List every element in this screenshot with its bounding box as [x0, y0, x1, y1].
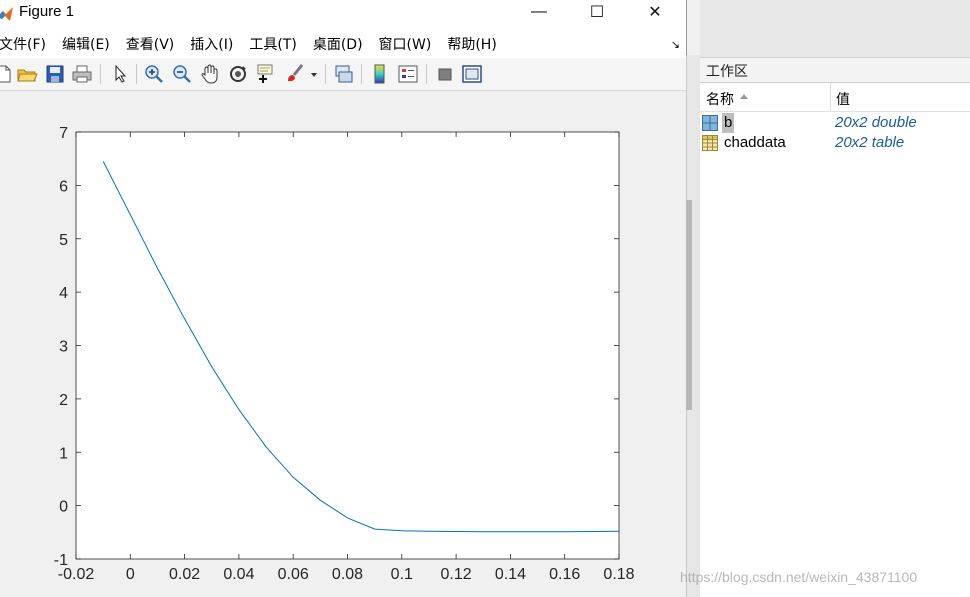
dock-figure-icon[interactable]: ↘: [671, 38, 680, 51]
workspace-title: 工作区: [706, 64, 748, 80]
x-tick-label: 0.06: [278, 566, 309, 583]
column-value-header[interactable]: 值: [836, 89, 850, 109]
toolbar-separator: [426, 64, 427, 84]
menu-insert[interactable]: 插入(I): [183, 34, 240, 54]
figure-toolbar: [0, 58, 686, 91]
legend-icon[interactable]: [397, 63, 419, 85]
x-tick-label: 0: [126, 566, 135, 583]
print-icon[interactable]: [71, 63, 93, 85]
new-figure-icon[interactable]: [0, 63, 14, 85]
close-button[interactable]: ✕: [632, 0, 678, 24]
menu-desktop[interactable]: 桌面(D): [306, 34, 370, 54]
colorbar-icon[interactable]: [369, 63, 391, 85]
pan-hand-icon[interactable]: [199, 63, 221, 85]
link-plot-icon[interactable]: [333, 63, 355, 85]
sort-ascending-icon[interactable]: [740, 94, 748, 99]
menu-file[interactable]: 文件(F): [0, 34, 53, 54]
toolbar-separator: [361, 64, 362, 84]
workspace-row-b[interactable]: b 20x2 double: [700, 113, 970, 133]
column-name-header[interactable]: 名称: [706, 89, 734, 109]
y-tick-label: -1: [54, 552, 68, 569]
table-icon: [702, 135, 718, 151]
toolbar-separator: [100, 64, 101, 84]
x-tick-label: 0.18: [603, 566, 634, 583]
x-tick-label: 0.12: [441, 566, 472, 583]
zoom-out-icon[interactable]: [171, 63, 193, 85]
close-icon: ✕: [648, 4, 662, 21]
column-divider[interactable]: [830, 83, 831, 111]
figure-window: Figure 1 — ☐ ✕ 文件(F) 编辑(E) 查看(V) 插入(I) 工…: [0, 0, 687, 597]
maximize-icon: ☐: [589, 4, 605, 21]
workspace-header: 工作区: [700, 57, 970, 83]
workspace-row-chaddata[interactable]: chaddata 20x2 table: [700, 133, 970, 153]
y-tick-label: 0: [59, 499, 68, 516]
show-plot-tools-icon[interactable]: [461, 63, 483, 85]
menu-window[interactable]: 窗口(W): [372, 34, 439, 54]
save-icon[interactable]: [44, 63, 66, 85]
watermark: https://blog.csdn.net/weixin_43871100: [680, 569, 918, 585]
workspace-panel: 工作区 名称 值 b 20x2 double chaddata 20x2 tab…: [700, 0, 970, 597]
window-title: Figure 1: [19, 3, 75, 20]
minimize-icon: —: [531, 3, 547, 20]
edit-plot-arrow-icon[interactable]: [109, 63, 131, 85]
y-tick-label: 7: [59, 125, 68, 142]
maximize-button[interactable]: ☐: [574, 0, 620, 24]
menubar: 文件(F) 编辑(E) 查看(V) 插入(I) 工具(T) 桌面(D) 窗口(W…: [0, 30, 686, 58]
y-tick-label: 5: [59, 232, 68, 249]
brush-icon[interactable]: [284, 63, 306, 85]
x-tick-label: 0.02: [169, 566, 200, 583]
x-tick-label: 0.16: [549, 566, 580, 583]
y-tick-label: 6: [59, 178, 68, 195]
chevron-down-icon[interactable]: [308, 63, 320, 85]
data-cursor-icon[interactable]: [255, 63, 277, 85]
zoom-in-icon[interactable]: [143, 63, 165, 85]
figure-canvas: -0.02 0 0.02 0.04 0.06 0.08 0.1 0.12 0.14 0.16 0.1…: [0, 91, 686, 597]
axes-box: [75, 131, 620, 560]
open-file-icon[interactable]: [16, 63, 38, 85]
y-tick-label: 1: [59, 445, 68, 462]
line-plot[interactable]: -0.02 0 0.02 0.04 0.06 0.08 0.1 0.12 0.14 0.16 0.1…: [0, 91, 686, 597]
variable-value: 20x2 double: [835, 114, 917, 131]
workspace-top-area: [700, 0, 970, 57]
x-tick-label: 0.1: [391, 566, 413, 583]
y-tick-label: 2: [59, 392, 68, 409]
rotate-3d-icon[interactable]: [227, 63, 249, 85]
matrix-icon: [702, 115, 718, 131]
hide-plot-tools-icon[interactable]: [434, 63, 456, 85]
variable-name: chaddata: [724, 134, 786, 151]
y-tick-label: 3: [59, 339, 68, 356]
figure-titlebar: Figure 1 — ☐ ✕: [0, 0, 686, 30]
scrollbar-thumb[interactable]: [686, 200, 692, 410]
matlab-icon: [0, 7, 13, 21]
menu-view[interactable]: 查看(V): [119, 34, 182, 54]
menu-help[interactable]: 帮助(H): [440, 34, 503, 54]
toolbar-separator: [136, 64, 137, 84]
x-tick-label: 0.14: [495, 566, 526, 583]
variable-name: b: [722, 113, 735, 133]
workspace-column-header: 名称 值: [700, 83, 970, 112]
toolbar-separator: [325, 64, 326, 84]
variable-value: 20x2 table: [835, 134, 905, 151]
y-tick-label: 4: [59, 285, 68, 302]
minimize-button[interactable]: —: [516, 0, 562, 24]
menu-tools[interactable]: 工具(T): [242, 34, 303, 54]
x-tick-label: 0.08: [332, 566, 363, 583]
x-tick-label: 0.04: [223, 566, 254, 583]
menu-edit[interactable]: 编辑(E): [55, 34, 117, 54]
